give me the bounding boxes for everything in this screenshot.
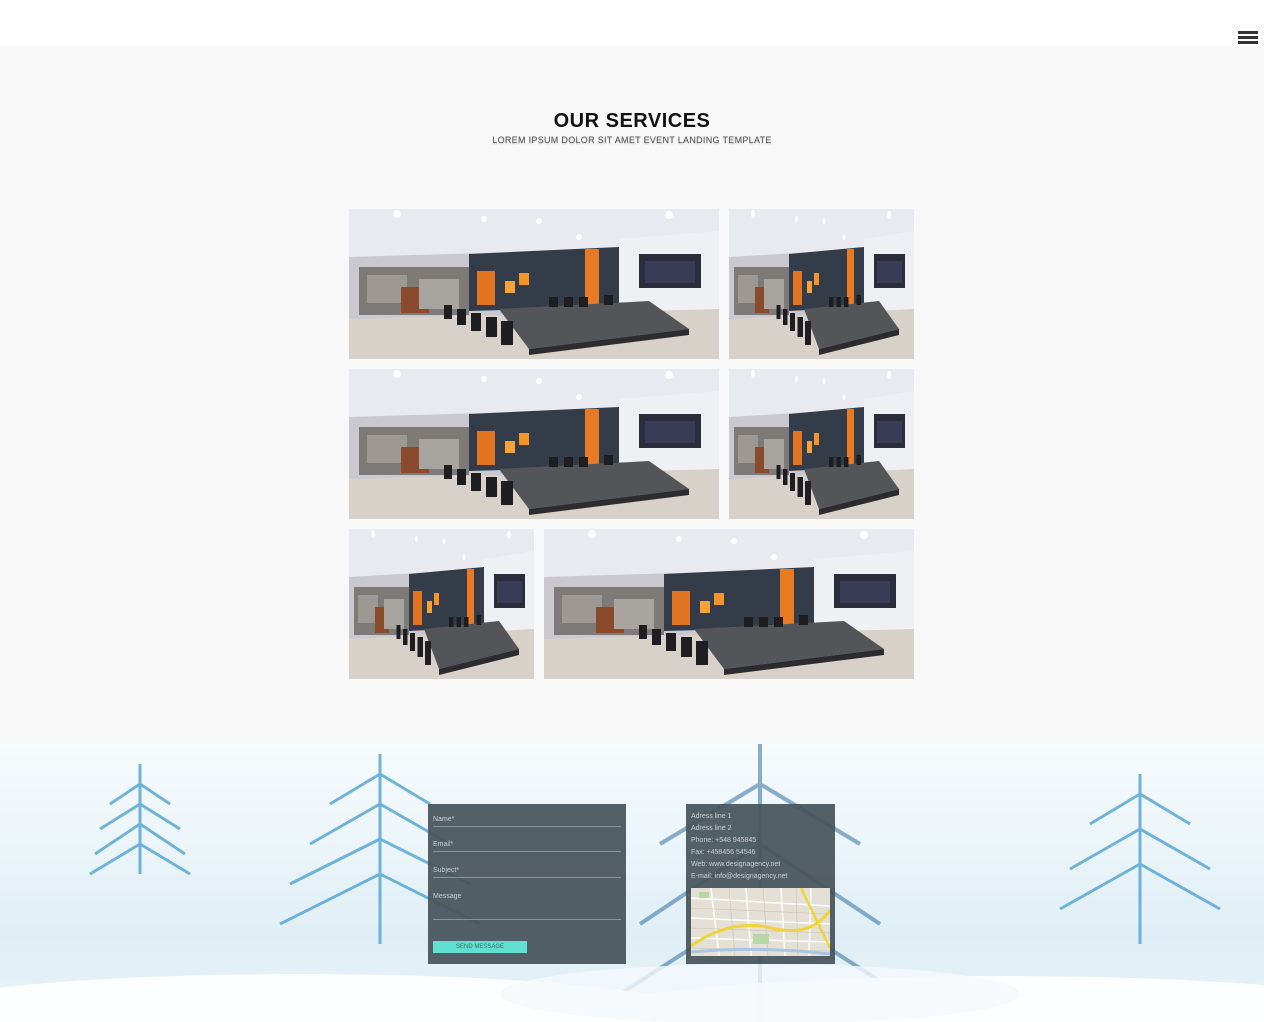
contact-section (0, 744, 1264, 1022)
contact-form: Name* Email* Subject* Message SEND MESSA… (428, 804, 626, 964)
address-line-2: Adress line 2 (691, 825, 732, 832)
name-field[interactable]: Name* (433, 816, 621, 827)
gallery-image[interactable] (729, 209, 914, 359)
gallery-image[interactable] (349, 529, 534, 679)
send-message-button[interactable]: SEND MESSAGE (433, 941, 527, 953)
phone-text: Phone: +548 945845 (691, 837, 757, 844)
city-map-image[interactable] (691, 888, 830, 956)
gallery-image[interactable] (349, 369, 719, 519)
subject-field[interactable]: Subject* (433, 867, 621, 878)
top-bar (0, 0, 1264, 46)
winter-trees-background (0, 744, 1264, 1022)
fax-text: Fax: +458456 54546 (691, 849, 756, 856)
message-field[interactable]: Message (433, 893, 621, 920)
address-line-1: Adress line 1 (691, 813, 732, 820)
hamburger-menu-icon[interactable] (1238, 31, 1258, 45)
gallery-image[interactable] (544, 529, 914, 679)
email-text: E-mail: info@designagency.net (691, 873, 788, 880)
section-subtitle: LOREM IPSUM DOLOR SIT AMET EVENT LANDING… (492, 135, 772, 145)
gallery-image[interactable] (349, 209, 719, 359)
section-title: OUR SERVICES (553, 110, 711, 132)
contact-info-panel: Adress line 1 Adress line 2 Phone: +548 … (686, 804, 835, 964)
web-text: Web: www.designagency.net (691, 861, 781, 868)
email-field[interactable]: Email* (433, 841, 621, 852)
gallery-image[interactable] (729, 369, 914, 519)
